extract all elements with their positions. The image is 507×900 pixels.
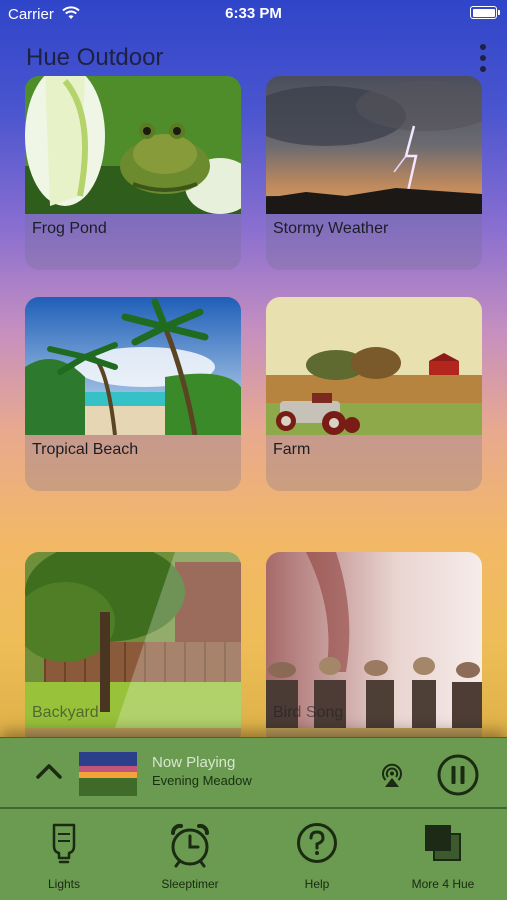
scene-label: Farm: [273, 441, 311, 458]
scene-card-farm[interactable]: Farm: [266, 297, 482, 491]
help-icon: [297, 823, 337, 863]
status-bar: Carrier 6:33 PM: [0, 0, 507, 30]
clock: 6:33 PM: [225, 5, 282, 22]
scene-label: Backyard: [32, 704, 99, 721]
scene-grid[interactable]: Frog Pond Stormy Weather Tropical Beach …: [0, 76, 507, 740]
tab-label: Help: [304, 877, 330, 891]
now-playing-track: Evening Meadow: [152, 773, 252, 788]
tab-label: Sleeptimer: [161, 877, 219, 891]
scene-card-tropical-beach[interactable]: Tropical Beach: [25, 297, 241, 491]
scene-card-bird-song[interactable]: Bird Song: [266, 552, 482, 740]
scene-card-frog-pond[interactable]: Frog Pond: [25, 76, 241, 270]
page-title: Hue Outdoor: [26, 44, 164, 71]
tropical-beach-image: [25, 297, 241, 435]
more-options-icon[interactable]: [477, 44, 489, 72]
scene-label: Tropical Beach: [32, 441, 139, 458]
airplay-icon[interactable]: [377, 760, 407, 790]
alarm-clock-icon: [170, 823, 210, 868]
now-playing-artwork: [79, 752, 137, 796]
tab-lights[interactable]: Lights: [14, 809, 114, 900]
tab-help[interactable]: Help: [267, 809, 367, 900]
light-bulb-icon: [52, 823, 76, 864]
farm-image: [266, 297, 482, 435]
bird-song-image: [266, 552, 482, 728]
scene-card-backyard[interactable]: Backyard: [25, 552, 241, 740]
pause-button[interactable]: [437, 754, 479, 796]
scene-card-stormy-weather[interactable]: Stormy Weather: [266, 76, 482, 270]
now-playing-status: Now Playing: [152, 754, 236, 771]
scene-label: Frog Pond: [32, 220, 107, 237]
backyard-image: [25, 552, 241, 728]
tab-label: Lights: [47, 877, 81, 891]
tab-label: More 4 Hue: [411, 877, 475, 891]
tab-more-4-hue[interactable]: More 4 Hue: [393, 809, 493, 900]
battery-icon: [470, 6, 500, 19]
frog-pond-image: [25, 76, 241, 214]
scene-label: Stormy Weather: [273, 220, 389, 237]
tab-sleeptimer[interactable]: Sleeptimer: [140, 809, 240, 900]
chevron-up-icon[interactable]: [34, 760, 64, 782]
overlapping-squares-icon: [425, 825, 461, 861]
tab-bar[interactable]: Lights Sleeptimer Help More 4 Hue: [0, 809, 507, 900]
scene-label: Bird Song: [273, 704, 344, 721]
now-playing-bar[interactable]: Now Playing Evening Meadow: [0, 737, 507, 809]
stormy-weather-image: [266, 76, 482, 214]
